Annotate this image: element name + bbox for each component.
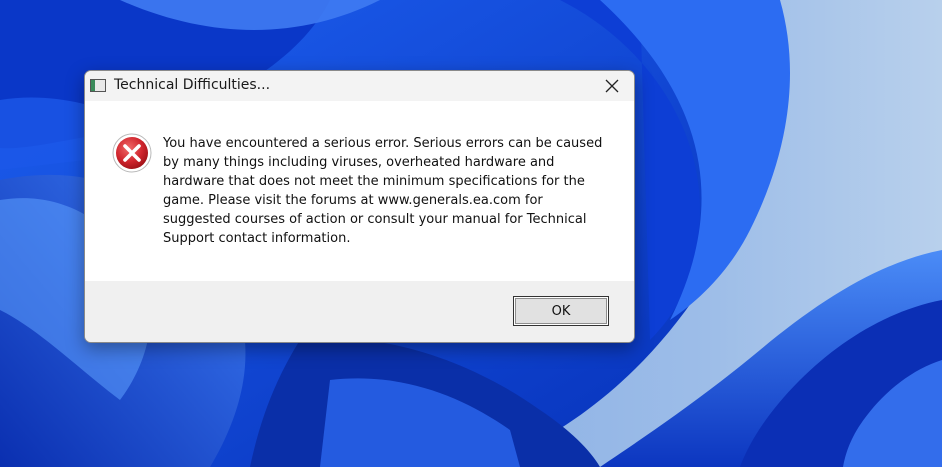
close-icon: [605, 79, 619, 93]
error-icon: [112, 133, 152, 173]
error-message: You have encountered a serious error. Se…: [163, 136, 603, 246]
dialog-footer: OK: [85, 281, 634, 342]
close-button[interactable]: [590, 71, 634, 101]
error-dialog: Technical Difficulties... You have encou…: [84, 70, 635, 343]
dialog-titlebar[interactable]: Technical Difficulties...: [85, 71, 634, 101]
ok-button[interactable]: OK: [513, 296, 609, 326]
app-window-icon: [90, 79, 106, 92]
dialog-title: Technical Difficulties...: [114, 77, 271, 93]
dialog-content: You have encountered a serious error. Se…: [85, 101, 634, 281]
